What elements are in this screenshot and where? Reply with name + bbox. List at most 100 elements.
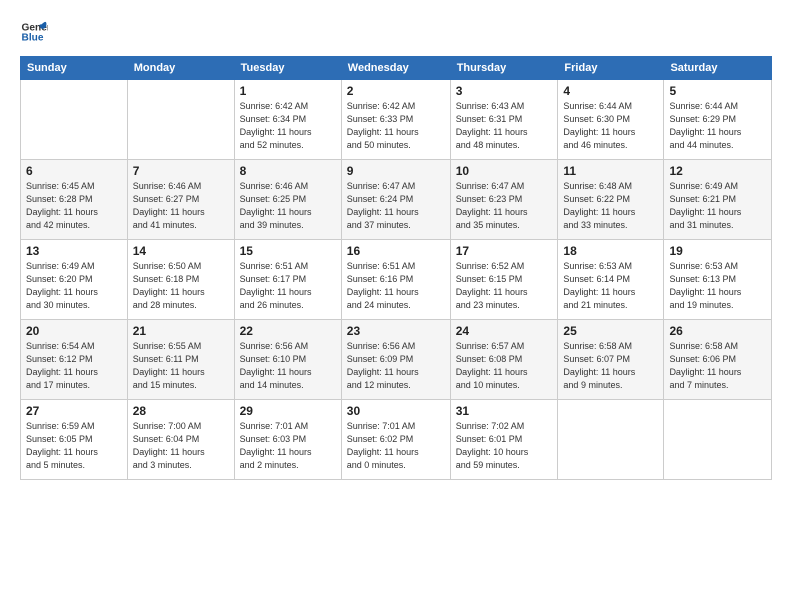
day-info: Sunrise: 6:47 AM Sunset: 6:24 PM Dayligh… <box>347 180 445 232</box>
calendar-week-row: 1 Sunrise: 6:42 AM Sunset: 6:34 PM Daylig… <box>21 80 772 160</box>
day-number: 14 <box>133 244 229 258</box>
logo-icon: General Blue <box>20 18 48 46</box>
day-info: Sunrise: 7:00 AM Sunset: 6:04 PM Dayligh… <box>133 420 229 472</box>
calendar-cell: 6 Sunrise: 6:45 AM Sunset: 6:28 PM Daylig… <box>21 160 128 240</box>
day-info: Sunrise: 6:49 AM Sunset: 6:21 PM Dayligh… <box>669 180 766 232</box>
day-info: Sunrise: 6:55 AM Sunset: 6:11 PM Dayligh… <box>133 340 229 392</box>
day-info: Sunrise: 6:46 AM Sunset: 6:27 PM Dayligh… <box>133 180 229 232</box>
day-number: 11 <box>563 164 658 178</box>
calendar-cell: 21 Sunrise: 6:55 AM Sunset: 6:11 PM Dayli… <box>127 320 234 400</box>
day-number: 13 <box>26 244 122 258</box>
calendar-cell: 2 Sunrise: 6:42 AM Sunset: 6:33 PM Daylig… <box>341 80 450 160</box>
day-number: 24 <box>456 324 553 338</box>
day-info: Sunrise: 6:42 AM Sunset: 6:33 PM Dayligh… <box>347 100 445 152</box>
calendar-cell: 30 Sunrise: 7:01 AM Sunset: 6:02 PM Dayli… <box>341 400 450 480</box>
day-number: 6 <box>26 164 122 178</box>
calendar-cell: 25 Sunrise: 6:58 AM Sunset: 6:07 PM Dayli… <box>558 320 664 400</box>
day-info: Sunrise: 6:57 AM Sunset: 6:08 PM Dayligh… <box>456 340 553 392</box>
calendar-cell: 22 Sunrise: 6:56 AM Sunset: 6:10 PM Dayli… <box>234 320 341 400</box>
day-info: Sunrise: 6:58 AM Sunset: 6:07 PM Dayligh… <box>563 340 658 392</box>
calendar-cell <box>558 400 664 480</box>
day-info: Sunrise: 6:59 AM Sunset: 6:05 PM Dayligh… <box>26 420 122 472</box>
day-info: Sunrise: 6:44 AM Sunset: 6:30 PM Dayligh… <box>563 100 658 152</box>
calendar-cell: 15 Sunrise: 6:51 AM Sunset: 6:17 PM Dayli… <box>234 240 341 320</box>
header-day: Sunday <box>21 57 128 80</box>
day-number: 12 <box>669 164 766 178</box>
day-number: 23 <box>347 324 445 338</box>
calendar-cell <box>664 400 772 480</box>
day-number: 10 <box>456 164 553 178</box>
calendar-body: 1 Sunrise: 6:42 AM Sunset: 6:34 PM Daylig… <box>21 80 772 480</box>
calendar-cell <box>21 80 128 160</box>
calendar-cell: 18 Sunrise: 6:53 AM Sunset: 6:14 PM Dayli… <box>558 240 664 320</box>
page-header: General Blue <box>20 18 772 46</box>
day-info: Sunrise: 6:45 AM Sunset: 6:28 PM Dayligh… <box>26 180 122 232</box>
day-number: 29 <box>240 404 336 418</box>
day-info: Sunrise: 6:52 AM Sunset: 6:15 PM Dayligh… <box>456 260 553 312</box>
day-info: Sunrise: 6:56 AM Sunset: 6:09 PM Dayligh… <box>347 340 445 392</box>
day-info: Sunrise: 6:51 AM Sunset: 6:16 PM Dayligh… <box>347 260 445 312</box>
logo: General Blue <box>20 18 52 46</box>
calendar-cell: 13 Sunrise: 6:49 AM Sunset: 6:20 PM Dayli… <box>21 240 128 320</box>
header-day: Friday <box>558 57 664 80</box>
header-day: Thursday <box>450 57 558 80</box>
calendar-cell: 24 Sunrise: 6:57 AM Sunset: 6:08 PM Dayli… <box>450 320 558 400</box>
day-number: 15 <box>240 244 336 258</box>
day-number: 18 <box>563 244 658 258</box>
calendar-cell: 9 Sunrise: 6:47 AM Sunset: 6:24 PM Daylig… <box>341 160 450 240</box>
calendar-cell: 20Sunrise: 6:54 AM Sunset: 6:12 PM Dayli… <box>21 320 128 400</box>
day-info: Sunrise: 6:49 AM Sunset: 6:20 PM Dayligh… <box>26 260 122 312</box>
day-number: 30 <box>347 404 445 418</box>
calendar-week-row: 20Sunrise: 6:54 AM Sunset: 6:12 PM Dayli… <box>21 320 772 400</box>
day-number: 21 <box>133 324 229 338</box>
day-info: Sunrise: 6:42 AM Sunset: 6:34 PM Dayligh… <box>240 100 336 152</box>
day-info: Sunrise: 6:44 AM Sunset: 6:29 PM Dayligh… <box>669 100 766 152</box>
calendar-table: SundayMondayTuesdayWednesdayThursdayFrid… <box>20 56 772 480</box>
day-number: 19 <box>669 244 766 258</box>
day-number: 9 <box>347 164 445 178</box>
calendar-week-row: 6 Sunrise: 6:45 AM Sunset: 6:28 PM Daylig… <box>21 160 772 240</box>
calendar-cell: 14 Sunrise: 6:50 AM Sunset: 6:18 PM Dayli… <box>127 240 234 320</box>
day-info: Sunrise: 6:50 AM Sunset: 6:18 PM Dayligh… <box>133 260 229 312</box>
day-number: 4 <box>563 84 658 98</box>
calendar-week-row: 27 Sunrise: 6:59 AM Sunset: 6:05 PM Dayli… <box>21 400 772 480</box>
day-number: 31 <box>456 404 553 418</box>
header-day: Saturday <box>664 57 772 80</box>
calendar-cell: 26 Sunrise: 6:58 AM Sunset: 6:06 PM Dayli… <box>664 320 772 400</box>
day-number: 20 <box>26 324 122 338</box>
day-number: 8 <box>240 164 336 178</box>
day-info: Sunrise: 7:01 AM Sunset: 6:03 PM Dayligh… <box>240 420 336 472</box>
calendar-page: General Blue SundayMondayTuesdayWednesda… <box>0 0 792 612</box>
header-day: Wednesday <box>341 57 450 80</box>
day-number: 28 <box>133 404 229 418</box>
calendar-cell: 16Sunrise: 6:51 AM Sunset: 6:16 PM Dayli… <box>341 240 450 320</box>
header-row: SundayMondayTuesdayWednesdayThursdayFrid… <box>21 57 772 80</box>
day-number: 27 <box>26 404 122 418</box>
day-number: 17 <box>456 244 553 258</box>
calendar-cell: 5 Sunrise: 6:44 AM Sunset: 6:29 PM Daylig… <box>664 80 772 160</box>
day-number: 22 <box>240 324 336 338</box>
calendar-header: SundayMondayTuesdayWednesdayThursdayFrid… <box>21 57 772 80</box>
svg-text:Blue: Blue <box>22 33 44 44</box>
calendar-cell: 3Sunrise: 6:43 AM Sunset: 6:31 PM Daylig… <box>450 80 558 160</box>
day-info: Sunrise: 6:51 AM Sunset: 6:17 PM Dayligh… <box>240 260 336 312</box>
day-info: Sunrise: 6:53 AM Sunset: 6:14 PM Dayligh… <box>563 260 658 312</box>
calendar-cell: 1 Sunrise: 6:42 AM Sunset: 6:34 PM Daylig… <box>234 80 341 160</box>
day-info: Sunrise: 6:53 AM Sunset: 6:13 PM Dayligh… <box>669 260 766 312</box>
day-info: Sunrise: 6:48 AM Sunset: 6:22 PM Dayligh… <box>563 180 658 232</box>
day-info: Sunrise: 6:43 AM Sunset: 6:31 PM Dayligh… <box>456 100 553 152</box>
day-number: 1 <box>240 84 336 98</box>
day-number: 5 <box>669 84 766 98</box>
day-number: 26 <box>669 324 766 338</box>
day-info: Sunrise: 7:01 AM Sunset: 6:02 PM Dayligh… <box>347 420 445 472</box>
calendar-cell <box>127 80 234 160</box>
day-info: Sunrise: 7:02 AM Sunset: 6:01 PM Dayligh… <box>456 420 553 472</box>
calendar-cell: 8Sunrise: 6:46 AM Sunset: 6:25 PM Daylig… <box>234 160 341 240</box>
calendar-cell: 27 Sunrise: 6:59 AM Sunset: 6:05 PM Dayli… <box>21 400 128 480</box>
day-number: 2 <box>347 84 445 98</box>
day-info: Sunrise: 6:58 AM Sunset: 6:06 PM Dayligh… <box>669 340 766 392</box>
calendar-cell: 7Sunrise: 6:46 AM Sunset: 6:27 PM Daylig… <box>127 160 234 240</box>
day-info: Sunrise: 6:56 AM Sunset: 6:10 PM Dayligh… <box>240 340 336 392</box>
calendar-week-row: 13 Sunrise: 6:49 AM Sunset: 6:20 PM Dayli… <box>21 240 772 320</box>
day-number: 25 <box>563 324 658 338</box>
